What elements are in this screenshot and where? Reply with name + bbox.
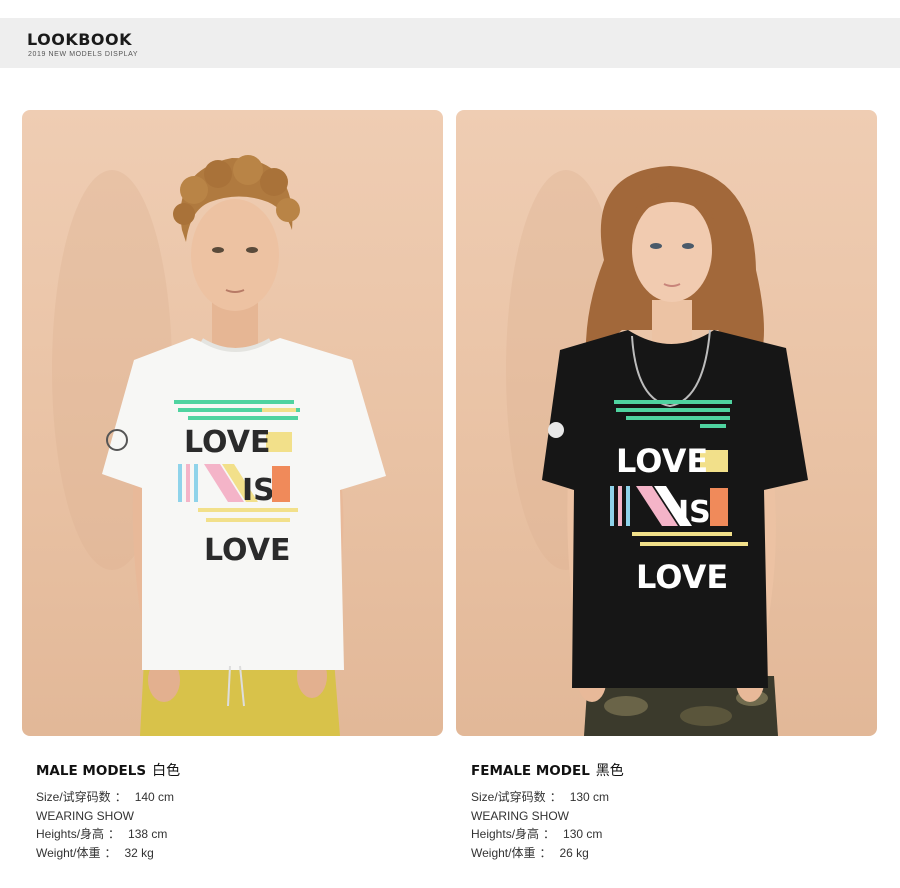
size-label: Size/试穿码数 [36,790,111,804]
separator: ： [108,827,121,841]
size-row: Size/试穿码数： 130 cm [471,788,851,807]
print-word-is: IS [242,473,275,508]
male-model-photo: LOVE IS LOVE [22,110,443,736]
separator: ： [104,845,117,860]
wearing-show-row: WEARING SHOW [36,807,416,826]
separator: ： [114,790,127,804]
height-value: 138 cm [128,827,168,841]
height-row: Heights/身高： 130 cm [471,825,851,844]
separator: ： [539,845,552,860]
separator: ： [543,827,556,841]
female-model-photo: LOVE IS LOVE [456,110,877,736]
header-title: LOOKBOOK [27,30,133,49]
print-word-love-bottom: LOVE [204,533,290,568]
model-title-text: MALE MODELS [36,763,147,779]
weight-label: Weight/体重 [36,845,101,860]
wearing-show-row: WEARING SHOW [471,807,851,826]
height-label: Heights/身高 [36,827,105,841]
weight-row: Weight/体重： 32 kg [36,844,416,863]
print-word-love-top: LOVE [616,442,708,480]
weight-value: 26 kg [559,845,589,860]
height-label: Heights/身高 [471,827,540,841]
size-value: 140 cm [134,790,175,804]
female-model-illustration: LOVE IS LOVE [506,166,808,736]
weight-row: Weight/体重： 26 kg [471,844,851,863]
model-title-text: FEMALE MODEL [471,763,590,779]
model-color: 白色 [152,763,181,779]
model-title: MALE MODELS 白色 [36,760,416,780]
print-word-love-top: LOVE [184,425,270,460]
print-word-is: IS [678,495,711,530]
female-model-info: FEMALE MODEL 黑色 Size/试穿码数： 130 cm WEARING … [471,760,851,862]
height-value: 130 cm [563,827,603,841]
size-label: Size/试穿码数 [471,790,546,804]
size-row: Size/试穿码数： 140 cm [36,788,416,807]
model-title: FEMALE MODEL 黑色 [471,760,851,780]
male-model-info: MALE MODELS 白色 Size/试穿码数： 140 cm WEARING S… [36,760,416,862]
separator: ： [549,790,562,804]
header-subtitle: 2019 NEW MODELS DISPLAY [28,51,139,58]
male-model-illustration: LOVE IS LOVE [52,155,386,736]
weight-label: Weight/体重 [471,845,536,860]
print-word-love-bottom: LOVE [636,558,728,596]
height-row: Heights/身高： 138 cm [36,825,416,844]
model-color: 黑色 [595,763,624,779]
wearing-show-label: WEARING SHOW [471,808,569,823]
size-value: 130 cm [569,790,610,804]
weight-value: 32 kg [124,845,154,860]
wearing-show-label: WEARING SHOW [36,808,134,823]
lookbook-header: LOOKBOOK 2019 NEW MODELS DISPLAY [0,18,900,68]
